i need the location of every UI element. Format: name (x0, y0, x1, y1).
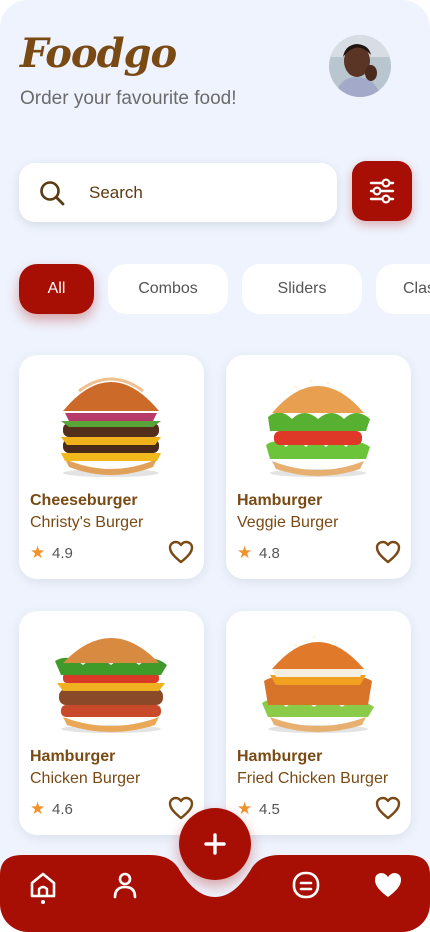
fried-chicken-burger-image (262, 635, 374, 733)
favorite-heart-icon[interactable] (375, 540, 401, 564)
profile-icon[interactable] (110, 870, 140, 900)
product-rating: 4.6 (52, 801, 73, 818)
product-rating: 4.5 (259, 801, 280, 818)
sliders-icon (369, 178, 395, 204)
app-subtitle: Order your favourite food! (20, 88, 237, 109)
app-screen: Foodgo Order your favourite food! All C (0, 0, 430, 932)
product-card[interactable]: Hamburger Fried Chicken Burger ★ 4.5 (226, 611, 411, 835)
add-button[interactable] (179, 808, 251, 880)
star-icon: ★ (30, 799, 46, 819)
home-icon[interactable] (28, 870, 58, 900)
product-card[interactable]: Cheeseburger Christy's Burger ★ 4.9 (19, 355, 204, 579)
favorite-heart-icon[interactable] (168, 540, 194, 564)
product-name: Cheeseburger (30, 492, 138, 509)
star-icon: ★ (237, 799, 253, 819)
add-icon (204, 833, 226, 855)
veggie-burger-image (266, 379, 370, 477)
product-name: Hamburger (30, 748, 116, 765)
product-name: Hamburger (237, 748, 323, 765)
category-chip-all[interactable]: All (19, 264, 94, 314)
product-card[interactable]: Hamburger Veggie Burger ★ 4.8 (226, 355, 411, 579)
search-bar (19, 163, 337, 222)
product-card[interactable]: Hamburger Chicken Burger ★ 4.6 (19, 611, 204, 835)
star-icon: ★ (237, 543, 253, 563)
product-name: Hamburger (237, 492, 323, 509)
favorite-heart-icon[interactable] (375, 796, 401, 820)
product-subtitle: Fried Chicken Burger (237, 770, 389, 787)
product-subtitle: Christy's Burger (30, 514, 144, 531)
active-nav-indicator (41, 900, 45, 904)
chat-icon[interactable] (291, 870, 321, 900)
star-icon: ★ (30, 543, 46, 563)
product-rating: 4.9 (52, 545, 73, 562)
filter-button[interactable] (352, 161, 412, 221)
search-input[interactable] (87, 177, 321, 209)
product-subtitle: Chicken Burger (30, 770, 141, 787)
avatar[interactable] (329, 35, 391, 97)
cheeseburger-image (61, 377, 161, 477)
favorites-icon[interactable] (373, 870, 403, 900)
category-chip-classic[interactable]: Clas (376, 264, 430, 314)
product-rating: 4.8 (259, 545, 280, 562)
search-icon (40, 181, 65, 206)
product-subtitle: Veggie Burger (237, 514, 339, 531)
category-chip-combos[interactable]: Combos (108, 264, 228, 314)
app-logo: Foodgo (20, 30, 177, 77)
chicken-burger-image (55, 638, 167, 733)
category-chip-sliders[interactable]: Sliders (242, 264, 362, 314)
